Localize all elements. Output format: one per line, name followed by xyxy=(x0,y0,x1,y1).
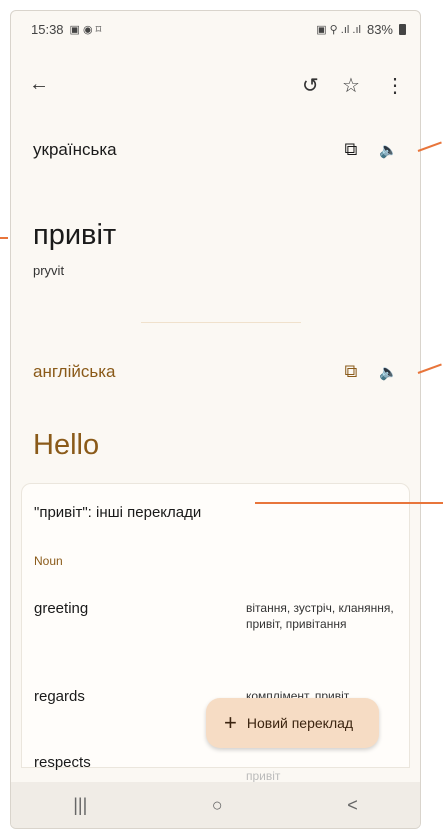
back-arrow-icon[interactable]: ← xyxy=(29,73,49,96)
callout-line xyxy=(417,141,442,152)
plus-icon: + xyxy=(224,710,237,735)
signal-icons: ▣ ⚲ .ıl .ıl xyxy=(316,23,361,36)
copy-icon[interactable]: ⧉ xyxy=(344,139,357,160)
history-icon[interactable]: ↺ xyxy=(302,73,319,98)
system-nav-bar: ||| ○ < xyxy=(11,782,420,828)
speaker-icon[interactable]: 🔈 xyxy=(379,141,398,159)
other-translations-title: "привіт": інші переклади xyxy=(34,504,202,521)
source-language-label[interactable]: українська xyxy=(33,140,117,160)
translation-word: greeting xyxy=(34,600,89,617)
callout-line xyxy=(417,363,442,374)
part-of-speech: Noun xyxy=(34,554,63,568)
source-word: привіт xyxy=(33,219,117,251)
target-language-label[interactable]: англійська xyxy=(33,362,116,382)
home-icon[interactable]: ○ xyxy=(212,795,223,816)
translation-word: regards xyxy=(34,688,85,705)
new-translation-label: Новий переклад xyxy=(246,715,354,731)
more-icon[interactable]: ⋮ xyxy=(385,73,405,98)
battery-icon xyxy=(399,23,406,35)
back-icon[interactable]: < xyxy=(347,795,358,816)
app-bar: ← ↺ ☆ ⋮ xyxy=(11,63,420,107)
source-language-row: українська ⧉ 🔈 xyxy=(33,139,398,160)
time: 15:38 xyxy=(31,21,64,37)
copy-icon[interactable]: ⧉ xyxy=(344,361,357,382)
callout-line xyxy=(0,237,8,239)
status-bar: 15:38 ▣ ◉ ⌑ ▣ ⚲ .ıl .ıl 83% xyxy=(11,11,420,47)
new-translation-button[interactable]: + Новий переклад xyxy=(206,698,379,748)
translation-synonyms: вітання, зустріч, кланяння, привіт, прив… xyxy=(246,601,394,631)
star-icon[interactable]: ☆ xyxy=(342,73,360,98)
target-language-row: англійська ⧉ 🔈 xyxy=(33,361,398,382)
translated-word: Hello xyxy=(33,429,100,461)
divider xyxy=(141,322,301,323)
translation-word: respects xyxy=(34,754,91,771)
transliteration: pryvit xyxy=(33,263,65,278)
notification-icons: ▣ ◉ ⌑ xyxy=(69,23,102,36)
recents-icon[interactable]: ||| xyxy=(73,795,87,816)
battery-level: 83% xyxy=(366,21,393,37)
callout-line xyxy=(255,502,443,504)
speaker-icon[interactable]: 🔈 xyxy=(379,363,398,381)
